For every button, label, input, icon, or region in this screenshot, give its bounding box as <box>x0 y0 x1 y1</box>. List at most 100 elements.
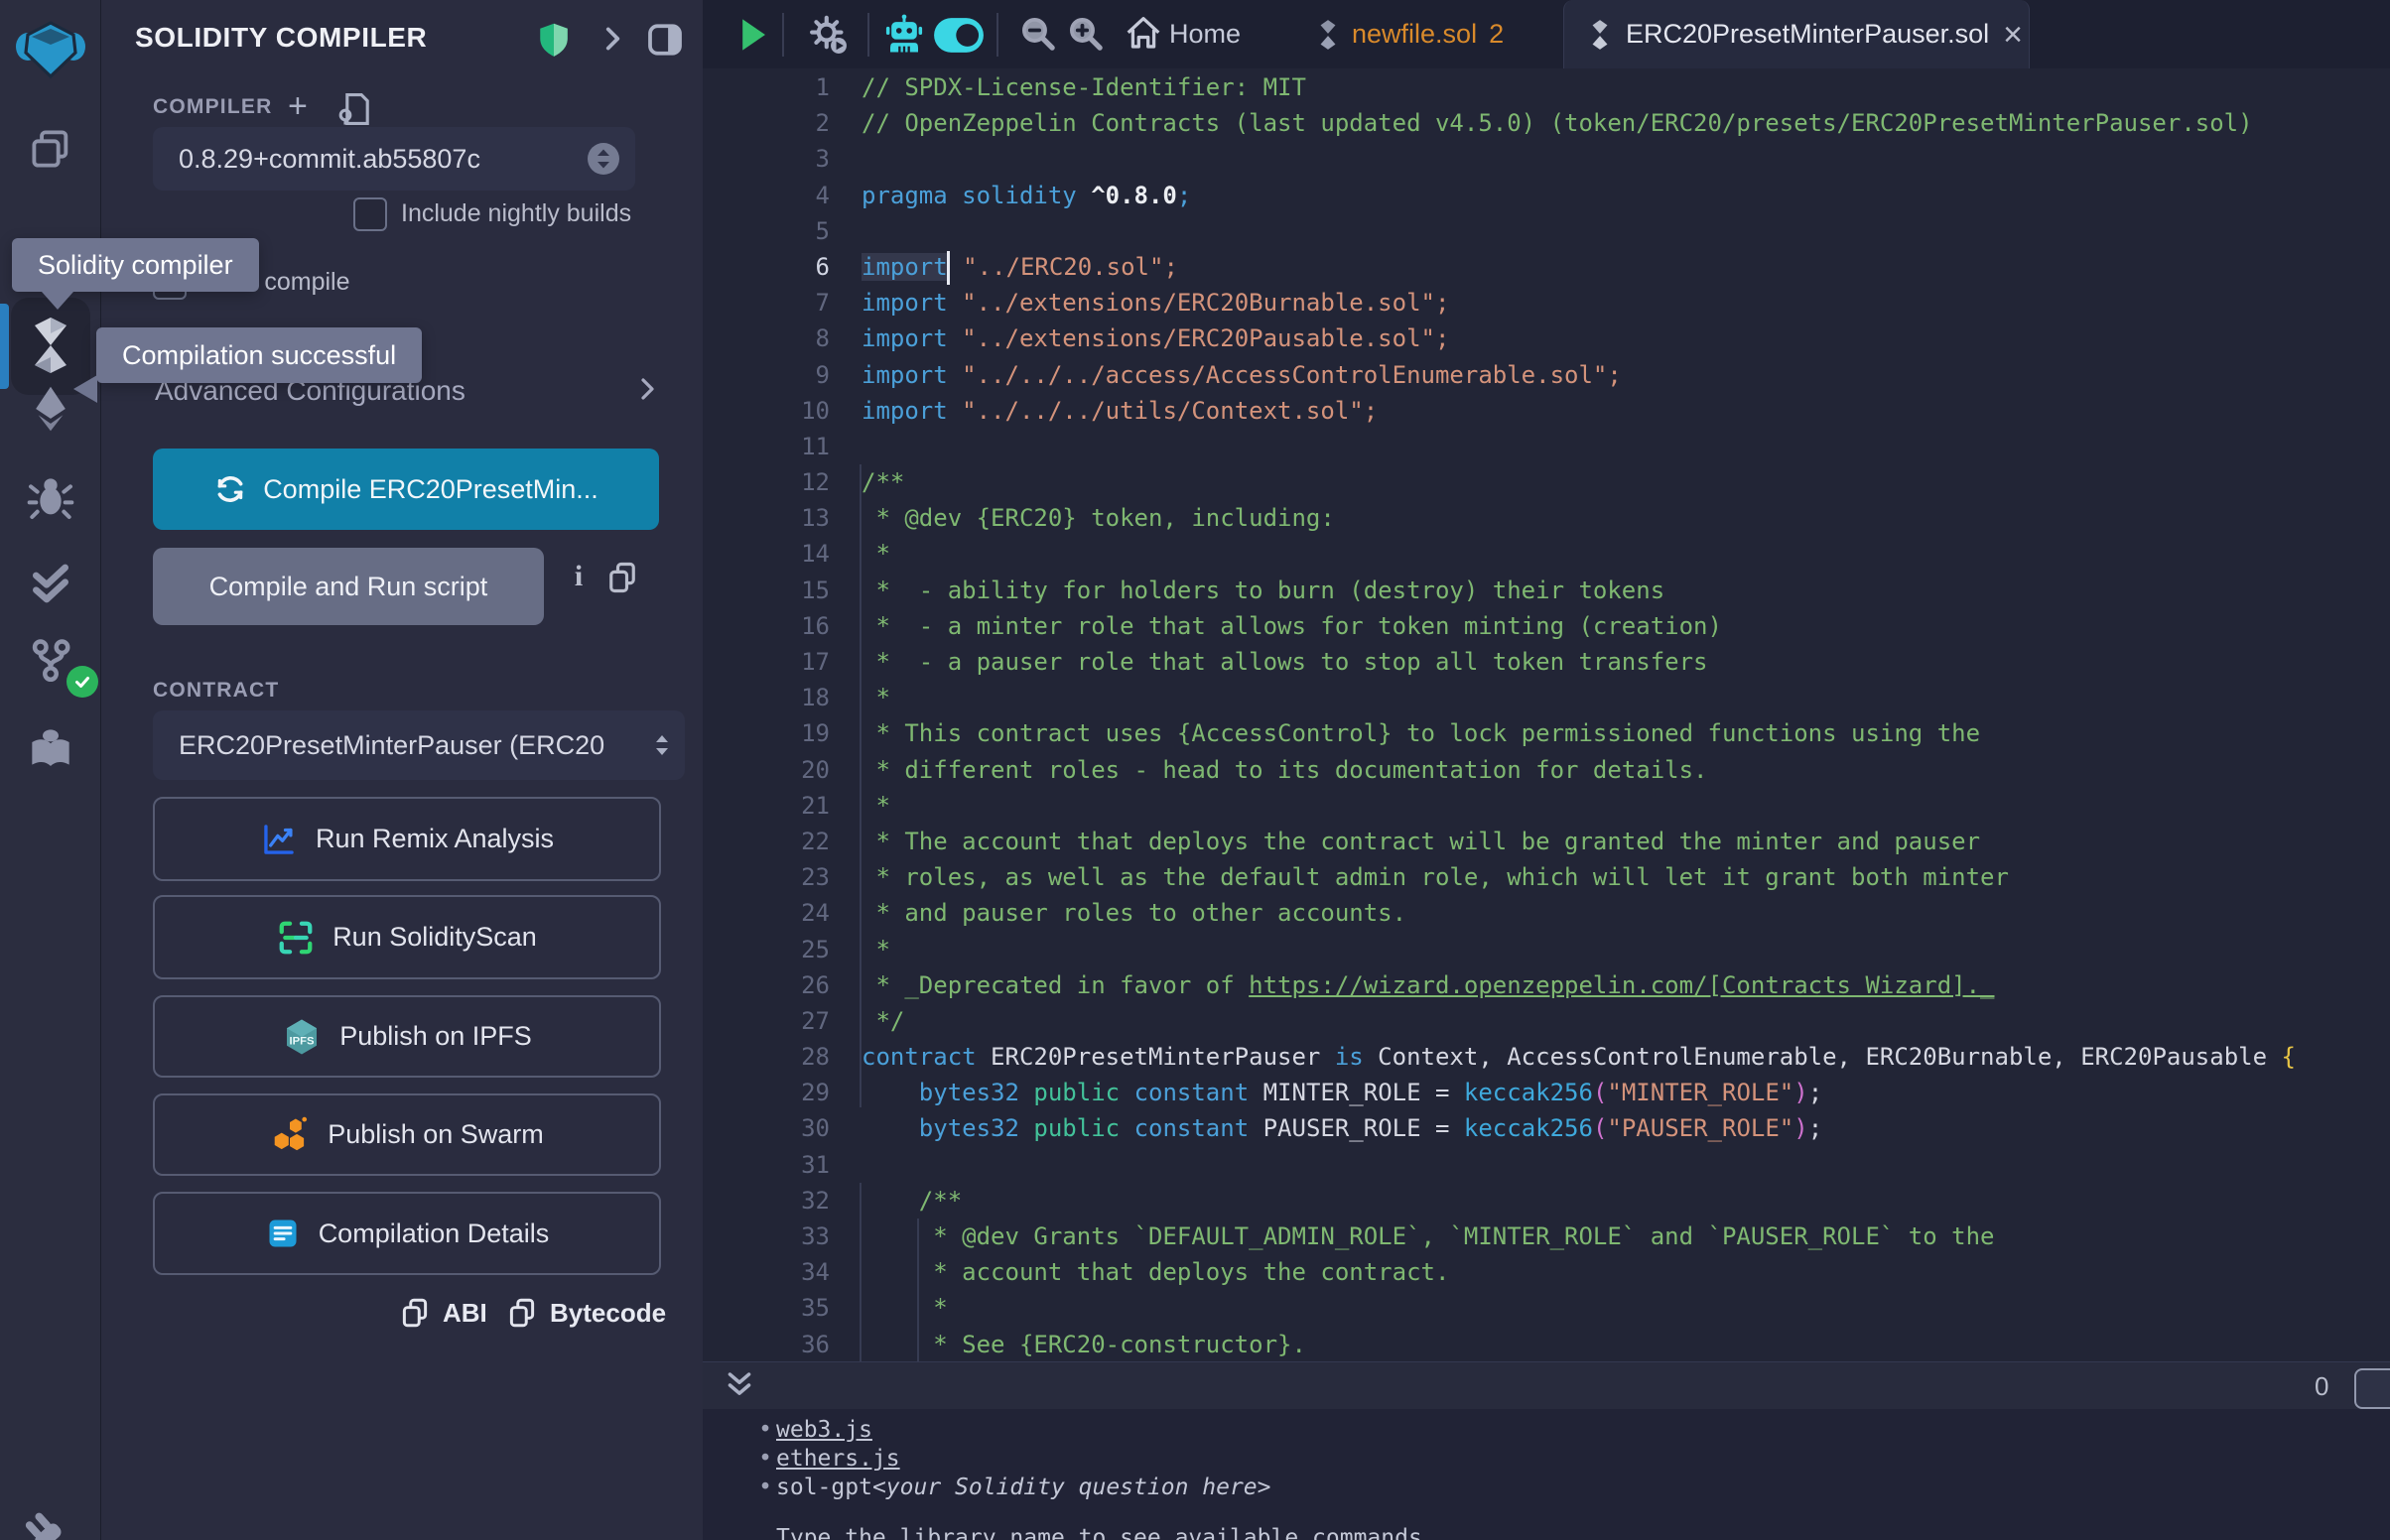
code-line: * and pauser roles to other accounts. <box>862 895 2296 931</box>
abi-label[interactable]: ABI <box>443 1298 487 1329</box>
publish-swarm-button[interactable]: Publish on Swarm <box>153 1093 661 1176</box>
tab-newfile[interactable]: newfile.sol 2 <box>1316 0 1554 68</box>
code-editor[interactable]: 1234567891011121314151617181920212223242… <box>703 68 2390 1361</box>
line-number: 28 <box>703 1039 830 1075</box>
ai-toggle-on[interactable] <box>933 17 985 59</box>
run-solidityscan-button[interactable]: Run SolidityScan <box>153 895 661 979</box>
line-number: 3 <box>703 141 830 177</box>
code-line: * <box>862 788 2296 824</box>
line-number: 4 <box>703 178 830 213</box>
contract-caret-icon <box>647 727 677 770</box>
swarm-icon <box>270 1115 310 1155</box>
code-line: * <box>862 536 2296 572</box>
terminal-link[interactable]: ethers.js <box>776 1446 900 1472</box>
refresh-icon <box>213 472 247 506</box>
line-number: 24 <box>703 895 830 931</box>
terminal-bar[interactable]: 0 <box>703 1361 2390 1410</box>
ai-assistant-robot-icon[interactable] <box>883 14 925 61</box>
terminal-search-box-partial[interactable] <box>2354 1368 2390 1409</box>
action-label: Publish on Swarm <box>328 1119 544 1150</box>
copy-abi-icon[interactable] <box>399 1296 431 1335</box>
topbar-separator <box>782 13 784 57</box>
terminal-command: sol-gpt <box>776 1475 872 1500</box>
pin-panel-icon[interactable] <box>645 20 685 64</box>
info-icon[interactable]: i <box>564 560 594 593</box>
tab-close-icon[interactable]: × <box>2003 18 2023 52</box>
line-number: 21 <box>703 788 830 824</box>
action-label: Run Remix Analysis <box>316 824 554 854</box>
code-content[interactable]: // SPDX-License-Identifier: MIT// OpenZe… <box>862 69 2296 1361</box>
terminal-output[interactable]: •web3.js•ethers.js•sol-gpt <your Solidit… <box>703 1409 2390 1540</box>
compilation-details-button[interactable]: Compilation Details <box>153 1192 661 1275</box>
solidity-file-icon <box>1588 19 1612 51</box>
code-line: */ <box>862 1003 2296 1039</box>
line-number: 30 <box>703 1110 830 1146</box>
contract-section-label: CONTRACT <box>153 679 279 703</box>
code-line: bytes32 public constant MINTER_ROLE = ke… <box>862 1075 2296 1110</box>
zoom-in-icon[interactable] <box>1066 14 1106 59</box>
run-script-play-icon[interactable] <box>738 17 768 58</box>
git-icon[interactable] <box>0 632 100 688</box>
settings-partial-icon[interactable] <box>0 1508 100 1540</box>
remix-logo-icon[interactable] <box>0 14 100 85</box>
debugger-icon[interactable] <box>0 469 100 525</box>
home-icon[interactable] <box>1124 14 1163 59</box>
compiler-section-label: COMPILER <box>153 95 272 119</box>
plugin-manager-icon[interactable] <box>0 722 100 778</box>
compile-and-run-button[interactable]: Compile and Run script <box>153 548 544 625</box>
code-line: import "../ERC20.sol"; <box>862 249 2296 285</box>
code-line: * roles, as well as the default admin ro… <box>862 859 2296 895</box>
code-line: * - a minter role that allows for token … <box>862 608 2296 644</box>
editor-topbar: Home newfile.sol 2 ERC20PresetMinterPaus… <box>703 0 2390 69</box>
tab-erc20presetminterpauser[interactable]: ERC20PresetMinterPauser.sol × <box>1563 0 2030 68</box>
zoom-out-icon[interactable] <box>1018 14 1058 59</box>
code-line: bytes32 public constant PAUSER_ROLE = ke… <box>862 1110 2296 1146</box>
svg-text:IPFS: IPFS <box>290 1035 316 1047</box>
expand-panel-chevron-icon[interactable] <box>596 22 629 61</box>
line-number: 1 <box>703 69 830 105</box>
line-number: 29 <box>703 1075 830 1110</box>
compiler-version-select[interactable]: 0.8.29+commit.ab55807c <box>153 127 635 191</box>
advanced-chevron-icon[interactable] <box>631 373 663 410</box>
code-line: * different roles - head to its document… <box>862 752 2296 788</box>
details-doc-icon <box>265 1216 301 1251</box>
copy-bytecode-icon[interactable] <box>506 1296 538 1335</box>
terminal-list-item: •ethers.js <box>703 1444 2390 1473</box>
line-number: 26 <box>703 967 830 1003</box>
terminal-collapse-icon[interactable] <box>725 1370 754 1405</box>
bullet: • <box>754 1417 776 1443</box>
copy-script-icon[interactable] <box>605 560 639 600</box>
bytecode-label[interactable]: Bytecode <box>550 1298 666 1329</box>
terminal-link[interactable]: web3.js <box>776 1417 872 1443</box>
nightly-builds-checkbox[interactable] <box>353 197 387 231</box>
select-caret-icon <box>586 141 621 184</box>
solidity-compiler-panel: SOLIDITY COMPILER COMPILER + <box>101 0 703 1540</box>
run-remix-analysis-button[interactable]: Run Remix Analysis <box>153 797 661 881</box>
line-number: 6 <box>703 249 830 285</box>
license-file-icon[interactable] <box>337 91 371 132</box>
code-line: pragma solidity ^0.8.0; <box>862 178 2296 213</box>
home-tab-label[interactable]: Home <box>1169 19 1241 50</box>
tab-newfile-badge: 2 <box>1489 19 1504 50</box>
code-line: * account that deploys the contract. <box>862 1254 2296 1290</box>
code-line <box>862 429 2296 464</box>
script-config-gear-icon[interactable] <box>806 13 850 62</box>
line-number: 27 <box>703 1003 830 1039</box>
publish-ipfs-button[interactable]: IPFS Publish on IPFS <box>153 995 661 1078</box>
contract-select[interactable]: ERC20PresetMinterPauser (ERC20 <box>153 710 685 780</box>
compile-button[interactable]: Compile ERC20PresetMin... <box>153 449 659 530</box>
panel-title: SOLIDITY COMPILER <box>135 22 427 54</box>
terminal-command-hint: <your Solidity question here> <box>872 1475 1271 1500</box>
shield-icon[interactable] <box>534 20 574 64</box>
plugin-tooltip-arrow <box>42 292 73 310</box>
compile-button-label: Compile ERC20PresetMin... <box>263 474 598 505</box>
line-number: 11 <box>703 429 830 464</box>
solidity-file-icon <box>1316 19 1340 51</box>
action-label: Run SolidityScan <box>332 922 537 953</box>
unit-testing-icon[interactable] <box>0 556 100 611</box>
line-number: 35 <box>703 1290 830 1326</box>
add-version-icon[interactable]: + <box>288 87 308 126</box>
file-explorer-icon[interactable] <box>0 121 100 177</box>
status-tooltip-arrow <box>73 375 97 403</box>
line-number: 13 <box>703 500 830 536</box>
